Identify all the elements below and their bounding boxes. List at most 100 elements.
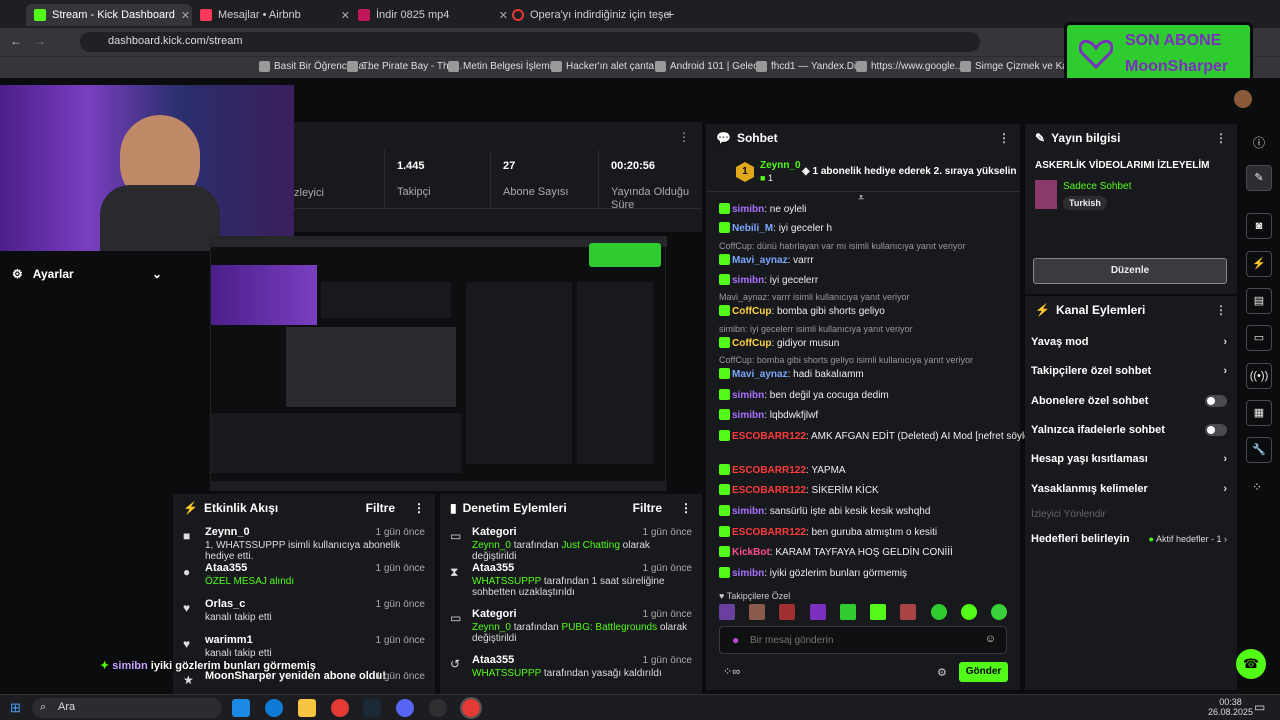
chat-username[interactable]: simibn bbox=[732, 390, 764, 401]
emote-icon[interactable] bbox=[839, 604, 856, 620]
chat-username[interactable]: simibn bbox=[732, 410, 764, 421]
points-icon[interactable]: ⁘∞ bbox=[723, 665, 740, 678]
emote-icon[interactable] bbox=[930, 604, 947, 620]
kick-icon bbox=[34, 9, 46, 21]
chrome-active-icon[interactable] bbox=[460, 697, 482, 719]
bookmark-item[interactable]: The Pirate Bay - The... bbox=[347, 61, 462, 72]
tab-airbnb[interactable]: Mesajlar • Airbnb ✕ bbox=[192, 4, 358, 26]
chat-username[interactable]: CoffCup bbox=[732, 338, 771, 349]
url-input[interactable]: dashboard.kick.com/stream bbox=[80, 32, 980, 52]
more-icon[interactable]: ⋮ bbox=[680, 501, 692, 515]
emote-icon[interactable] bbox=[990, 604, 1007, 620]
more-icon[interactable]: ⋮ bbox=[1215, 303, 1227, 317]
preview-webcam bbox=[211, 265, 317, 325]
connections-icon[interactable]: ⁘ bbox=[1252, 480, 1262, 494]
emote-icon[interactable] bbox=[719, 604, 735, 620]
edit-button[interactable]: Düzenle bbox=[1033, 258, 1227, 284]
clock[interactable]: 00:38 26.08.2025 bbox=[1208, 697, 1253, 717]
emote-icon[interactable] bbox=[900, 604, 917, 620]
emote-icon[interactable] bbox=[779, 604, 796, 620]
discord-icon[interactable] bbox=[396, 699, 414, 717]
action-emote-only[interactable]: Yalnızca ifadelerle sohbet bbox=[1031, 424, 1227, 436]
emoji-icon[interactable]: ☺ bbox=[985, 633, 996, 645]
pencil-icon[interactable]: ✎ bbox=[1246, 165, 1272, 191]
toggle-switch[interactable] bbox=[1205, 424, 1227, 436]
more-icon[interactable]: ⋮ bbox=[998, 131, 1010, 145]
info-icon[interactable]: ⓘ bbox=[1253, 134, 1265, 151]
chat-input[interactable] bbox=[750, 631, 970, 649]
action-account-age[interactable]: Hesap yaşı kısıtlaması › bbox=[1031, 453, 1227, 465]
chat-username[interactable]: CoffCup bbox=[732, 306, 771, 317]
chat-username[interactable]: Nebili_M bbox=[732, 223, 773, 234]
taskbar-search[interactable]: ⌕ Ara bbox=[32, 698, 222, 718]
emote-icon[interactable] bbox=[870, 604, 887, 620]
close-icon[interactable]: ✕ bbox=[181, 9, 190, 22]
bookmark-item[interactable]: Simge Çizmek ve Ka... bbox=[960, 61, 1076, 72]
gear-icon[interactable]: ⚙ bbox=[937, 666, 947, 679]
folder-icon[interactable] bbox=[298, 699, 316, 717]
chat-username[interactable]: simibn bbox=[732, 204, 764, 215]
edge-icon[interactable] bbox=[265, 699, 283, 717]
action-slow-mode[interactable]: Yavaş mod › bbox=[1031, 336, 1227, 348]
action-subscribers-only[interactable]: Abonelere özel sohbet bbox=[1031, 395, 1227, 407]
chat-message: simibn: iyiki gözlerim bunları görmemiş bbox=[719, 567, 907, 579]
steam-icon[interactable] bbox=[363, 699, 381, 717]
tab-opera[interactable]: Opera'yı indirdiğiniz için teşekk✕ bbox=[504, 4, 670, 26]
copilot-icon[interactable] bbox=[232, 699, 250, 717]
lightning-icon[interactable]: ⚡ bbox=[1246, 251, 1272, 277]
bookmark-item[interactable]: fhcd1 — Yandex.Disk bbox=[756, 61, 866, 72]
user-badge-icon bbox=[719, 526, 730, 537]
windows-start-icon[interactable]: ⊞ bbox=[10, 700, 21, 716]
chat-username[interactable]: ESCOBARR122 bbox=[732, 431, 806, 442]
bookmark-item[interactable]: Hacker'ın alet çanta... bbox=[551, 61, 662, 72]
action-banned-words[interactable]: Yasaklanmış kelimeler › bbox=[1031, 483, 1227, 495]
chat-username[interactable]: ESCOBARR122 bbox=[732, 527, 806, 538]
bookmark-item[interactable]: Android 101 | Gelec... bbox=[655, 61, 767, 72]
emote-icon[interactable] bbox=[749, 604, 766, 620]
emote-icon[interactable] bbox=[960, 604, 977, 620]
filter-button[interactable]: Filtre bbox=[633, 501, 662, 515]
action-set-goals[interactable]: Hedefleri belirleyin ● Aktif hedefler - 1… bbox=[1031, 533, 1227, 545]
collapse-icon[interactable]: ⩡ bbox=[858, 192, 864, 205]
forward-icon[interactable]: → bbox=[34, 34, 46, 48]
chat-username[interactable]: KickBot bbox=[732, 547, 770, 558]
chat-username[interactable]: Mavi_aynaz bbox=[732, 369, 788, 380]
toggle-switch[interactable] bbox=[1205, 395, 1227, 407]
chat-username[interactable]: simibn bbox=[732, 568, 764, 579]
tab-download[interactable]: İndir 0825 mp4 ✕ bbox=[350, 4, 516, 26]
more-icon[interactable]: ⋮ bbox=[413, 501, 425, 515]
more-icon[interactable]: ⋮ bbox=[678, 130, 690, 144]
chat-username[interactable]: ESCOBARR122 bbox=[732, 465, 806, 476]
document-icon[interactable]: ▤ bbox=[1246, 288, 1272, 314]
wrench-icon[interactable]: 🔧 bbox=[1246, 437, 1272, 463]
bookmark-item[interactable]: https://www.google... bbox=[856, 61, 963, 72]
notification-icon[interactable]: ▭ bbox=[1254, 700, 1265, 714]
chat-username[interactable]: simibn bbox=[732, 506, 764, 517]
emote-icon[interactable] bbox=[809, 604, 826, 620]
close-icon[interactable]: ✕ bbox=[341, 9, 350, 22]
chat-username[interactable]: Mavi_aynaz bbox=[732, 255, 788, 266]
mic-icon[interactable]: ● bbox=[732, 633, 739, 647]
action-followers-only[interactable]: Takipçilere özel sohbet › bbox=[1031, 365, 1227, 377]
layout-icon[interactable]: ▦ bbox=[1246, 400, 1272, 426]
chat-icon[interactable]: ▭ bbox=[1246, 325, 1272, 351]
avatar[interactable] bbox=[1234, 90, 1252, 108]
camera-icon[interactable]: ◙ bbox=[1246, 213, 1272, 239]
sidebar-item-settings[interactable]: ⚙ Ayarlar ⌄ bbox=[12, 267, 162, 281]
filter-button[interactable]: Filtre bbox=[366, 501, 395, 515]
support-button[interactable]: ☎ bbox=[1236, 649, 1266, 679]
chat-username[interactable]: simibn bbox=[732, 275, 764, 286]
tab-kick-dashboard[interactable]: Stream - Kick Dashboard ✕ bbox=[26, 4, 192, 26]
new-tab-button[interactable]: + bbox=[666, 6, 674, 22]
chat-username[interactable]: ESCOBARR122 bbox=[732, 485, 806, 496]
bookmark-item[interactable]: Metin Belgesi İşlemi... bbox=[448, 61, 560, 72]
back-icon[interactable]: ← bbox=[10, 34, 22, 48]
chat-input-box[interactable]: ● ☺ bbox=[719, 626, 1007, 654]
more-icon[interactable]: ⋮ bbox=[1215, 131, 1227, 145]
chrome-icon[interactable] bbox=[331, 699, 349, 717]
send-button[interactable]: Gönder bbox=[959, 662, 1008, 682]
obs-icon[interactable] bbox=[429, 699, 447, 717]
pinned-gifter: 1 Zeynn_0 ■ 1 ◈ 1 abonelik hediye ederek… bbox=[706, 152, 1020, 204]
category-link[interactable]: Sadece Sohbet bbox=[1063, 181, 1131, 192]
broadcast-icon[interactable]: ((•)) bbox=[1246, 363, 1272, 389]
